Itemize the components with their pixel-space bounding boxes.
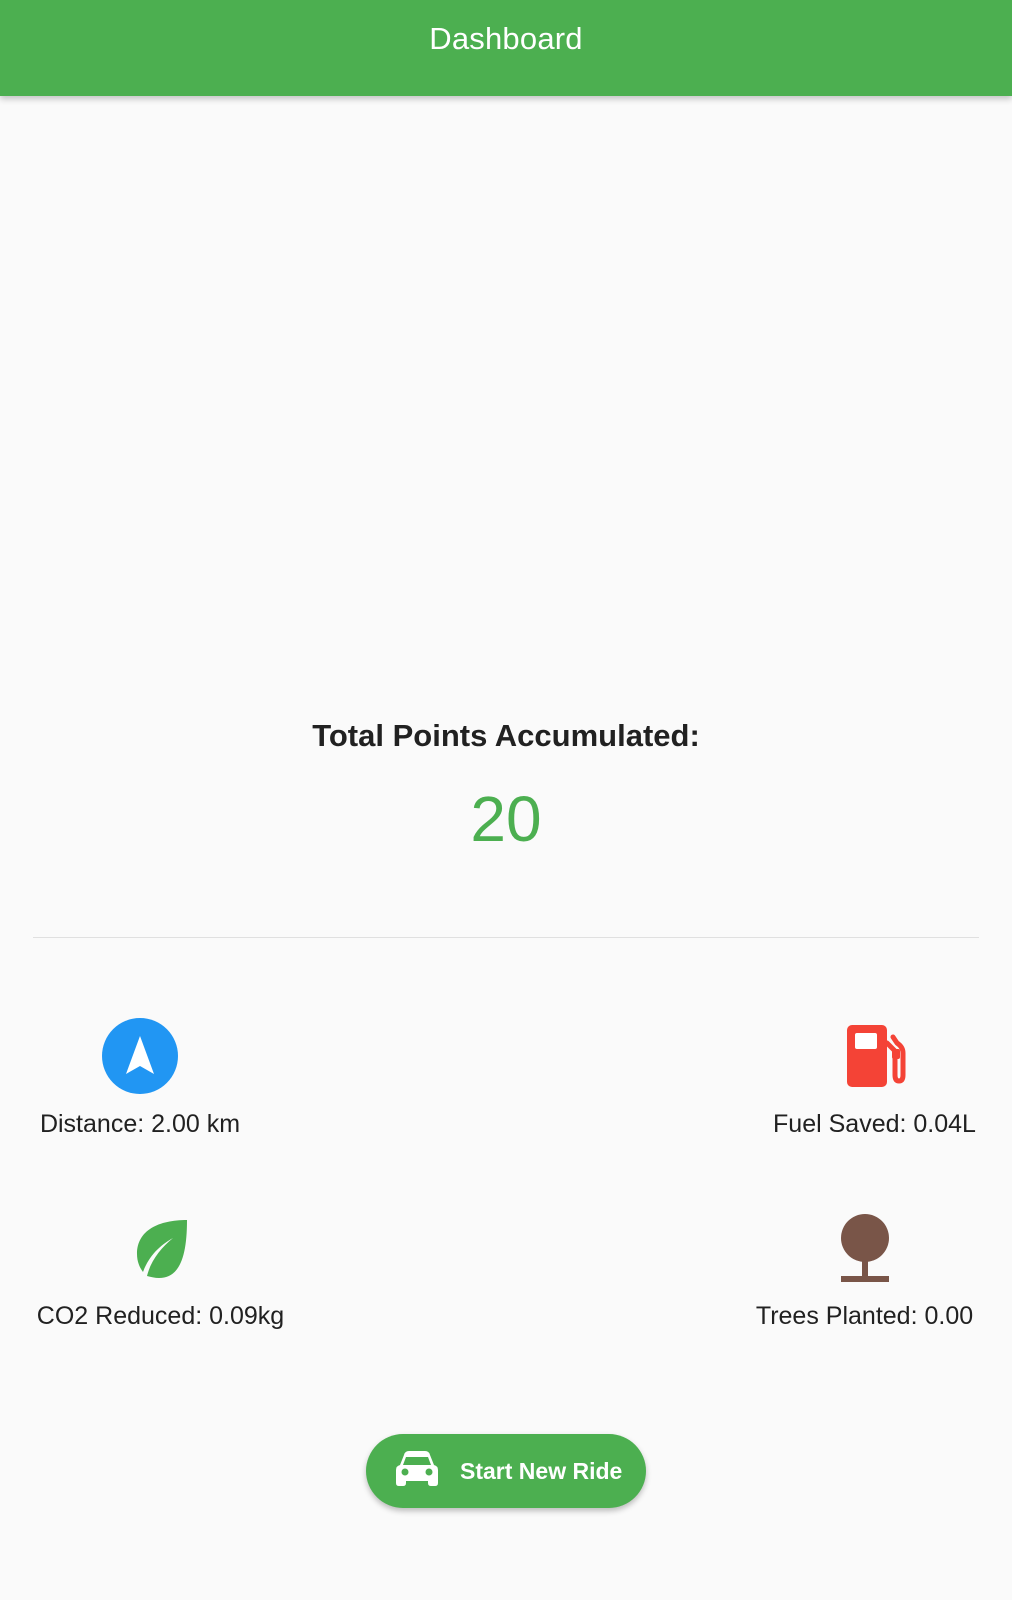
start-new-ride-label: Start New Ride (460, 1457, 623, 1484)
divider (33, 937, 979, 938)
tree-icon (825, 1208, 905, 1288)
page-title: Dashboard (429, 21, 583, 56)
stat-distance: Distance: 2.00 km (33, 1016, 247, 1139)
points-value: 20 (470, 783, 542, 855)
fuel-saved-text: Fuel Saved: 0.04L (773, 1110, 976, 1138)
gas-station-icon (835, 1016, 915, 1096)
distance-text: Distance: 2.00 km (39, 1110, 241, 1138)
navigation-icon (100, 1016, 180, 1096)
start-new-ride-button[interactable]: Start New Ride (366, 1434, 646, 1508)
co2-reduced-text: CO2 Reduced: 0.09kg (36, 1302, 285, 1330)
trees-planted-text: Trees Planted: 0.00 (755, 1302, 974, 1330)
stat-co2-reduced: CO2 Reduced: 0.09kg (33, 1208, 288, 1331)
car-icon (396, 1450, 438, 1492)
stat-trees-planted: Trees Planted: 0.00 (750, 1208, 979, 1331)
app-bar: Dashboard (0, 0, 1012, 96)
eco-leaf-icon (121, 1208, 201, 1288)
stat-fuel-saved: Fuel Saved: 0.04L (770, 1016, 979, 1139)
points-label: Total Points Accumulated: (312, 718, 700, 753)
